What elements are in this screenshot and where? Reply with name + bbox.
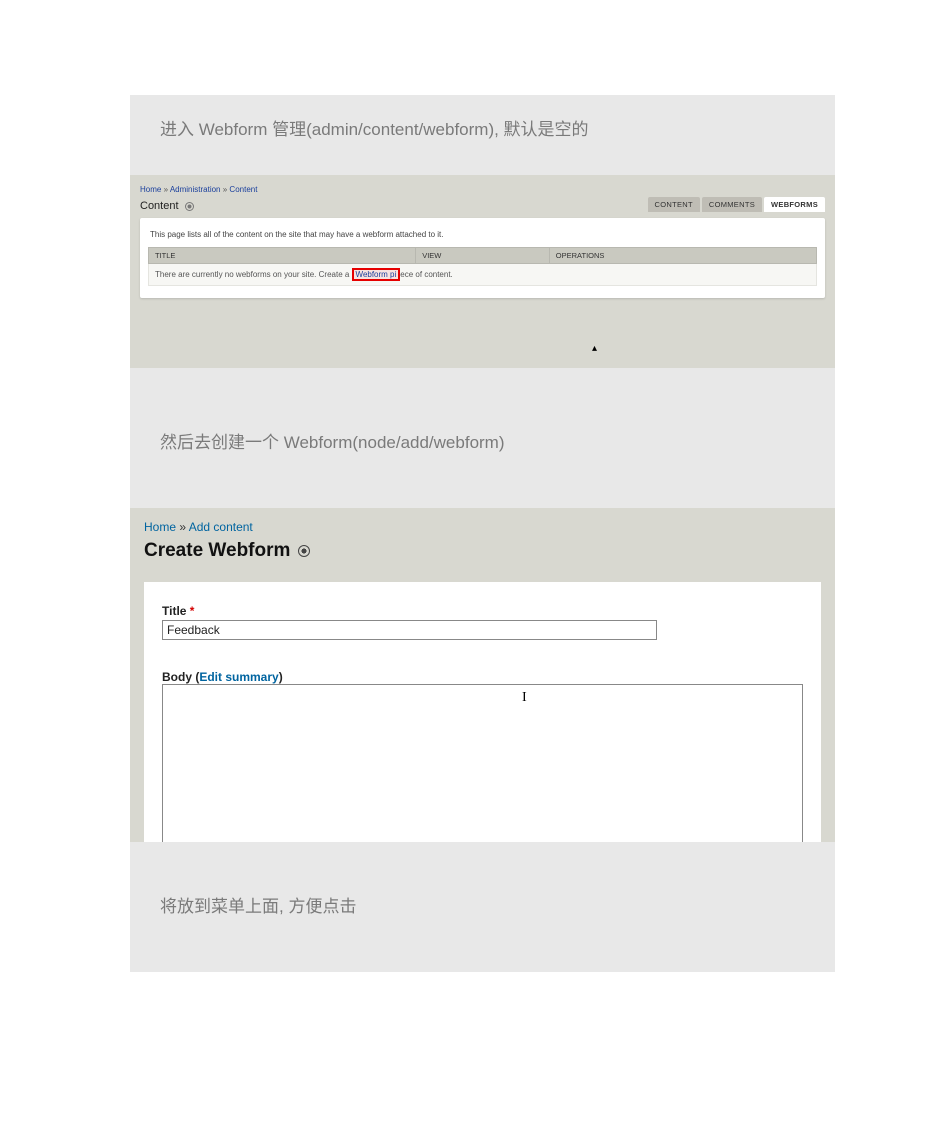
screenshot-content-listing: Home » Administration » Content Content … [130, 175, 835, 368]
gear-icon[interactable] [185, 202, 194, 211]
col-title: TITLE [149, 248, 416, 264]
required-mark: * [190, 604, 195, 618]
form-panel: Title * Body (Edit summary) I [144, 582, 821, 842]
breadcrumb-home[interactable]: Home [140, 185, 161, 194]
body-textarea[interactable] [162, 684, 803, 842]
page-title-text: Content [140, 200, 179, 212]
caption-1: 进入 Webform 管理(admin/content/webform), 默认… [130, 110, 835, 175]
empty-suffix: ece of content. [400, 270, 452, 279]
breadcrumb-sep: » [223, 185, 227, 194]
edit-summary-link[interactable]: Edit summary [199, 670, 278, 684]
col-operations: OPERATIONS [549, 248, 816, 264]
empty-prefix: There are currently no webforms on your … [155, 270, 352, 279]
page-title: Create Webform [144, 540, 821, 582]
col-view: VIEW [416, 248, 550, 264]
tab-content[interactable]: CONTENT [648, 197, 700, 212]
listing-panel: This page lists all of the content on th… [140, 218, 825, 298]
spacer [130, 368, 835, 408]
title-label: Title * [162, 604, 803, 620]
webform-table: TITLE VIEW OPERATIONS There are currentl… [148, 247, 817, 286]
breadcrumb-add-content[interactable]: Add content [189, 520, 253, 534]
breadcrumb-sep: » [164, 185, 168, 194]
section-2: 然后去创建一个 Webform(node/add/webform) Home »… [130, 408, 835, 842]
title-input[interactable] [162, 620, 657, 640]
content-tabs: CONTENT COMMENTS WEBFORMS [648, 197, 826, 212]
create-webform-link[interactable]: Webform pi [352, 268, 401, 281]
breadcrumb: Home » Add content [144, 520, 821, 540]
panel-description: This page lists all of the content on th… [148, 224, 817, 247]
tab-comments[interactable]: COMMENTS [702, 197, 762, 212]
section-1: 进入 Webform 管理(admin/content/webform), 默认… [130, 95, 835, 368]
caption-3: 将放到菜单上面, 方便点击 [130, 892, 835, 917]
screenshot-create-webform: Home » Add content Create Webform Title … [130, 508, 835, 842]
cursor-icon: ▴ [592, 343, 597, 354]
breadcrumb-sep: » [179, 520, 186, 534]
body-wrap: I [162, 684, 803, 842]
breadcrumb-admin[interactable]: Administration [170, 185, 221, 194]
gear-icon[interactable] [298, 545, 310, 557]
body-label-prefix: Body ( [162, 670, 199, 684]
body-label-suffix: ) [279, 670, 283, 684]
caption-2: 然后去创建一个 Webform(node/add/webform) [130, 423, 835, 508]
document-page: 进入 Webform 管理(admin/content/webform), 默认… [0, 0, 945, 972]
breadcrumb-home[interactable]: Home [144, 520, 176, 534]
tab-webforms[interactable]: WEBFORMS [764, 197, 825, 212]
table-empty-row: There are currently no webforms on your … [149, 264, 817, 286]
table-header-row: TITLE VIEW OPERATIONS [149, 248, 817, 264]
page-title-text: Create Webform [144, 540, 290, 562]
breadcrumb-content[interactable]: Content [229, 185, 257, 194]
body-label: Body (Edit summary) [162, 670, 803, 684]
empty-message-cell: There are currently no webforms on your … [149, 264, 817, 286]
title-label-text: Title [162, 604, 186, 618]
section-3: 将放到菜单上面, 方便点击 [130, 842, 835, 972]
